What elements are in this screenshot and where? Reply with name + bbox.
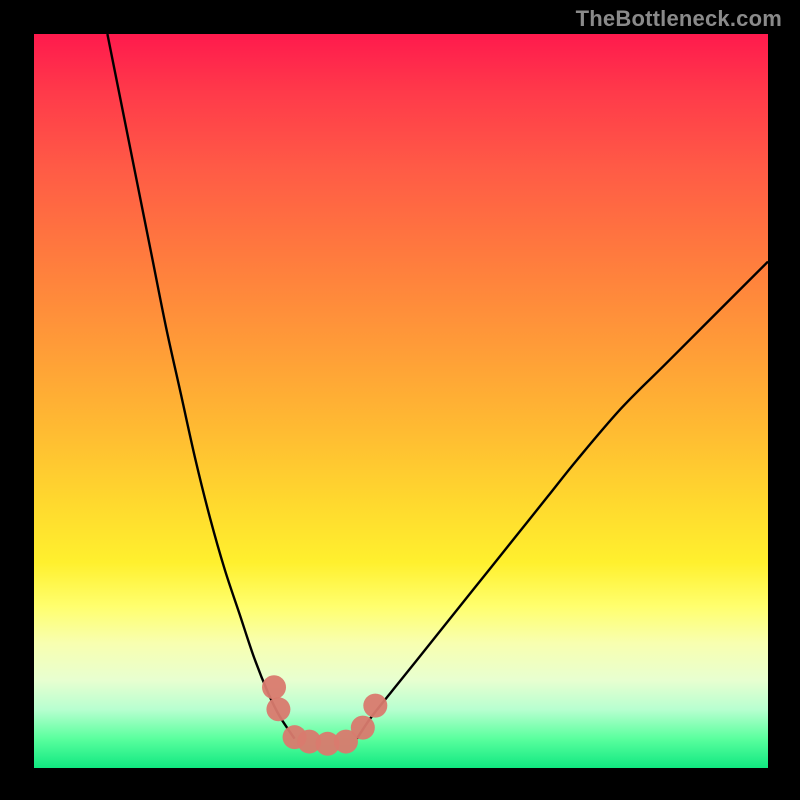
left-curve <box>107 34 294 739</box>
marker-dot <box>262 675 286 699</box>
marker-dot <box>363 694 387 718</box>
plot-area <box>34 34 768 768</box>
chart-frame: TheBottleneck.com <box>0 0 800 800</box>
marker-dot <box>351 716 375 740</box>
marker-band <box>262 675 387 756</box>
curve-layer <box>34 34 768 768</box>
watermark-text: TheBottleneck.com <box>576 6 782 32</box>
right-curve <box>357 262 768 739</box>
marker-dot <box>266 697 290 721</box>
